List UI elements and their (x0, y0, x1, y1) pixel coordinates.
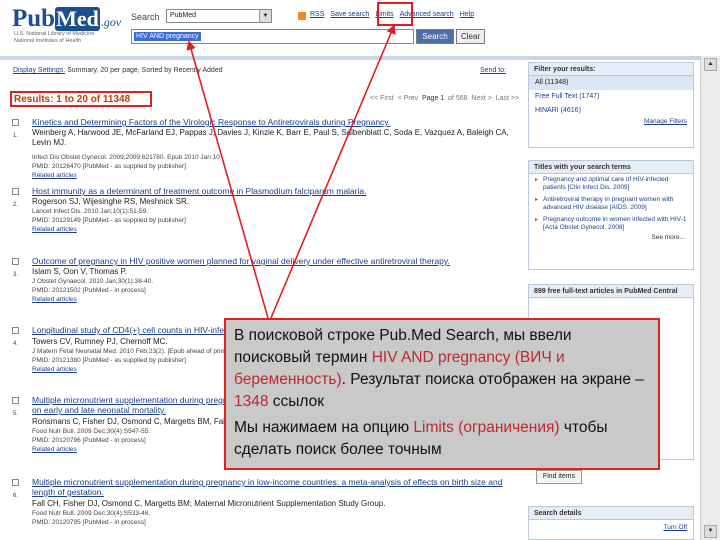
send-to-link[interactable]: Send to: (480, 67, 506, 74)
result-number: 1. (13, 133, 19, 139)
result-checkbox[interactable] (12, 327, 19, 334)
search-label: Search (131, 12, 160, 22)
search-details-title: Search details (529, 507, 693, 520)
header: PubMed .gov U.S. National Library of Medi… (0, 0, 720, 56)
pager-page[interactable]: Page 1 (422, 95, 444, 102)
result-authors: Rogerson SJ, Wijesinghe RS, Meshnick SR. (32, 197, 189, 206)
result-pmid: PMID: 20120795 [PubMed - in process] (32, 519, 146, 526)
result-journal: J Matern Fetal Neonatal Med. 2010 Feb;23… (32, 348, 228, 355)
result-journal: Infect Dis Obstet Gynecol. 2009;2009:621… (32, 154, 220, 161)
pager-next[interactable]: Next > (471, 95, 491, 102)
result-checkbox[interactable] (12, 119, 19, 126)
pager-prev[interactable]: < Prev (398, 95, 418, 102)
chevron-down-icon[interactable]: ▼ (259, 10, 271, 22)
result-title[interactable]: Kinetics and Determining Factors of the … (32, 117, 512, 127)
result-journal: Lancet Infect Dis. 2010 Jan;10(1):51-59. (32, 208, 148, 215)
scroll-up-icon[interactable]: ▲ (704, 58, 717, 71)
result-pmid: PMID: 20129149 [PubMed - as supplied by … (32, 217, 186, 224)
filter-panel-title: Filter your results: (529, 63, 693, 76)
result-number: 5. (13, 411, 19, 417)
result-authors: Fall CH, Fisher DJ, Osmond C, Margetts B… (32, 499, 386, 508)
pager-of: of 568 (448, 95, 468, 102)
related-articles-link[interactable]: Related articles (32, 366, 77, 373)
result-pmid: PMID: 20121502 [PubMed - in process] (32, 287, 146, 294)
related-title-link[interactable]: Pregnancy outcome in women infected with… (529, 214, 693, 234)
search-input[interactable]: HIV AND pregnancy (131, 29, 414, 44)
related-articles-link[interactable]: Related articles (32, 226, 77, 233)
titles-panel: Titles with your search terms Pregnancy … (528, 160, 694, 270)
related-articles-link[interactable]: Related articles (32, 296, 77, 303)
annotation-callout: В поисковой строке Pub.Med Search, мы вв… (224, 318, 660, 470)
see-more-link[interactable]: See more... (529, 234, 693, 241)
related-articles-link[interactable]: Related articles (32, 446, 77, 453)
result-number: 2. (13, 202, 19, 208)
related-title-link[interactable]: Pregnancy and optimal care of HIV-infect… (529, 174, 693, 194)
display-settings: Display Settings: Summary, 20 per page, … (13, 67, 223, 74)
help-link[interactable]: Help (460, 11, 474, 18)
result-journal: Food Nutr Bull. 2009 Dec;30(4):S547-55. (32, 428, 151, 435)
result-pmid: PMID: 20126470 [PubMed - as supplied by … (32, 163, 186, 170)
result-number: 4. (13, 341, 19, 347)
result-title[interactable]: Multiple micronutrient supplementation d… (32, 477, 512, 497)
results-count: Results: 1 to 20 of 11348 (14, 94, 131, 105)
free-articles-title: 899 free full-text articles in PubMed Ce… (529, 285, 693, 298)
display-settings-value: Summary, 20 per page, Sorted by Recently… (67, 67, 223, 74)
rss-icon[interactable] (298, 12, 306, 20)
result-checkbox[interactable] (12, 479, 19, 486)
filter-all[interactable]: All (11348) (529, 76, 693, 90)
turn-off-link[interactable]: Turn Off (529, 524, 693, 531)
database-select[interactable]: PubMed ▼ (166, 9, 272, 23)
result-checkbox[interactable] (12, 397, 19, 404)
result-pmid: PMID: 20120796 [PubMed - in process] (32, 437, 146, 444)
result-authors: Weinberg A, Harwood JE, McFarland EJ, Pa… (32, 128, 509, 147)
filter-panel: Filter your results: All (11348) Free Fu… (528, 62, 694, 148)
callout-paragraph-1: В поисковой строке Pub.Med Search, мы вв… (234, 327, 644, 410)
result-pmid: PMID: 20121380 [PubMed - as supplied by … (32, 357, 186, 364)
nlm-affiliation: U.S. National Library of Medicine Nation… (14, 31, 95, 44)
search-button[interactable]: Search (416, 29, 454, 44)
display-settings-link[interactable]: Display Settings: (13, 67, 65, 74)
related-articles-link[interactable]: Related articles (32, 172, 77, 179)
find-items-button[interactable]: Find items (536, 470, 582, 484)
manage-filters-link[interactable]: Manage Filters (529, 118, 693, 125)
limits-highlight-box (377, 2, 413, 26)
rss-link[interactable]: RSS (310, 11, 324, 18)
result-number: 3. (13, 272, 19, 278)
filter-hinari[interactable]: HINARI (4616) (529, 104, 693, 118)
result-journal: Food Nutr Bull. 2009 Dec;30(4):S533-46. (32, 510, 151, 517)
search-query-text: HIV AND pregnancy (134, 32, 201, 41)
result-checkbox[interactable] (12, 258, 19, 265)
save-search-link[interactable]: Save search (330, 11, 369, 18)
pager-first[interactable]: << First (370, 95, 394, 102)
result-checkbox[interactable] (12, 188, 19, 195)
scroll-down-icon[interactable]: ▼ (704, 525, 717, 538)
titles-panel-title: Titles with your search terms (529, 161, 693, 174)
search-details-panel: Search details Turn Off (528, 506, 694, 540)
callout-paragraph-2: Мы нажимаем на опцию Limits (ограничения… (234, 419, 608, 458)
clear-button[interactable]: Clear (456, 29, 485, 44)
pubmed-logo[interactable]: PubMed .gov (12, 4, 122, 34)
result-authors: Islam S, Oon V, Thomas P. (32, 267, 128, 276)
related-title-link[interactable]: Antiretroviral therapy in pregnant women… (529, 194, 693, 214)
result-journal: J Obstet Gynaecol. 2010 Jan;30(1):38-40. (32, 278, 154, 285)
result-title[interactable]: Outcome of pregnancy in HIV positive wom… (32, 256, 512, 266)
filter-free-full-text[interactable]: Free Full Text (1747) (529, 90, 693, 104)
pager: << First < Prev Page 1 of 568 Next > Las… (370, 95, 519, 102)
vertical-scrollbar[interactable]: ▲ ▼ (700, 56, 720, 540)
result-number: 6. (13, 493, 19, 499)
pager-last[interactable]: Last >> (496, 95, 519, 102)
result-title[interactable]: Host immunity as a determinant of treatm… (32, 186, 512, 196)
